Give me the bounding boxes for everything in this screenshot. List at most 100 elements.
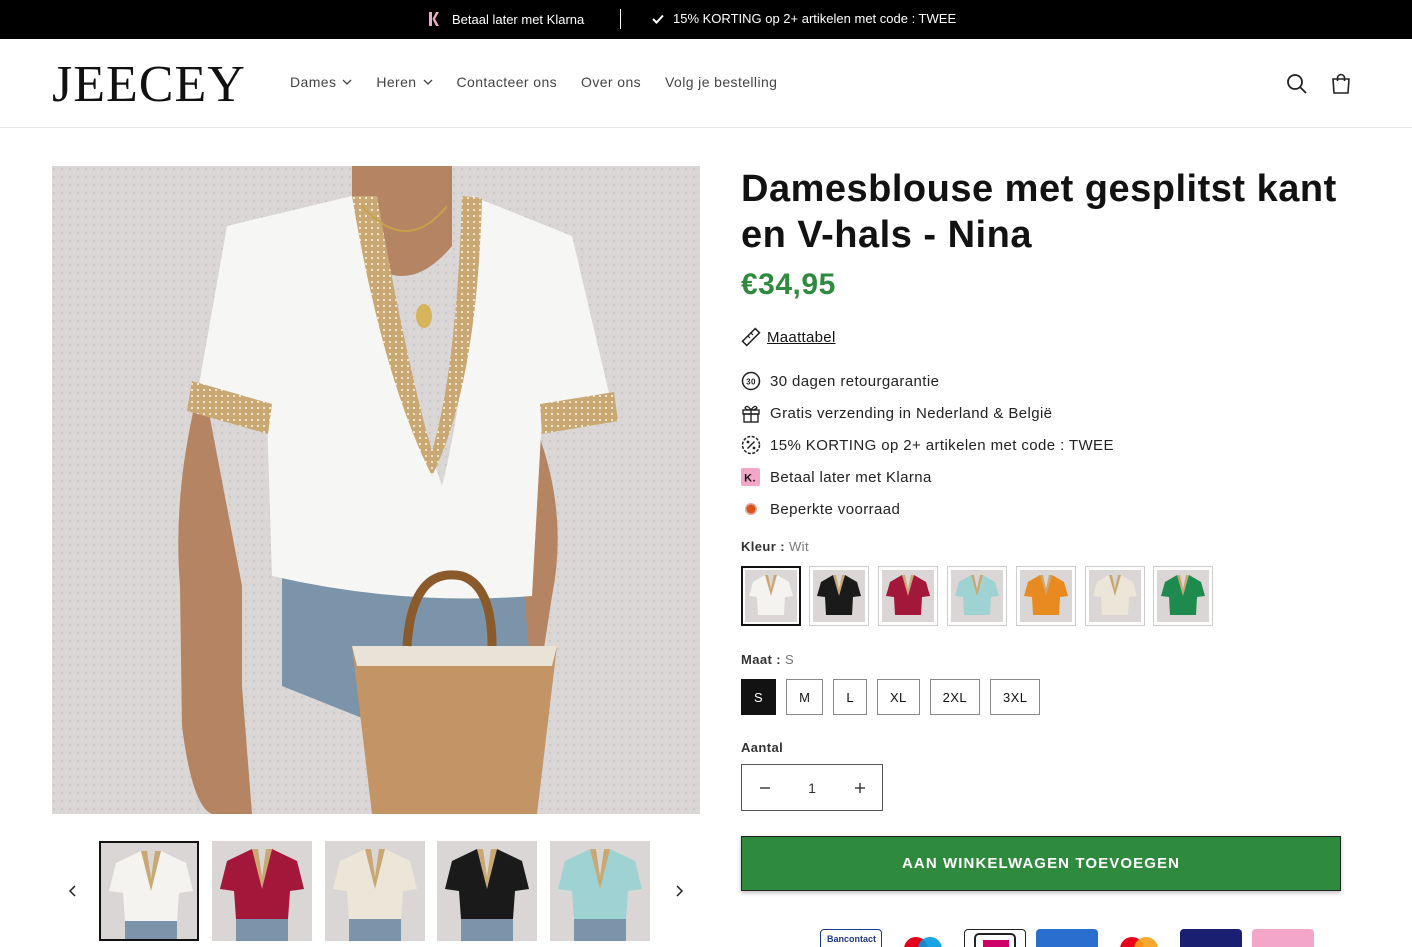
swatch-image	[951, 570, 1003, 622]
stock-dot-icon	[741, 499, 761, 519]
feature-text: Betaal later met Klarna	[770, 468, 932, 486]
quantity-increase-button[interactable]	[837, 765, 882, 810]
size-chart-label: Maattabel	[767, 328, 836, 346]
swatch-image	[1089, 570, 1141, 622]
size-value: S	[784, 652, 795, 667]
announcement-divider	[620, 9, 621, 29]
nav-item-label: Heren	[376, 74, 417, 90]
payment-methods: Bancontact	[820, 929, 1314, 947]
add-to-cart-button[interactable]: AAN WINKELWAGEN TOEVOEGEN	[741, 836, 1341, 891]
feature-text: Gratis verzending in Nederland & België	[770, 404, 1053, 422]
amex-icon	[1036, 929, 1098, 947]
thumbnail-white[interactable]	[99, 841, 199, 941]
announcement-klarna: Betaal later met Klarna	[427, 11, 584, 27]
color-label: Kleur : Wit	[741, 539, 809, 554]
product-features: 30 30 dagen retourgarantie Gratis verzen…	[741, 365, 1114, 525]
product-title: Damesblouse met gesplitst kant en V-hals…	[741, 168, 1337, 256]
svg-text:K.: K.	[744, 473, 756, 485]
thumbnails-prev-arrow[interactable]	[62, 880, 84, 902]
thumbnail-beige[interactable]	[325, 841, 425, 941]
mastercard-icon	[1108, 929, 1170, 947]
color-swatch-beige[interactable]	[1085, 566, 1145, 626]
site-logo[interactable]: JEECEY	[52, 55, 246, 115]
ideal-icon	[964, 929, 1026, 947]
feature-text: 30 dagen retourgarantie	[770, 372, 940, 390]
color-label-text: Kleur :	[741, 539, 785, 554]
minus-icon	[759, 786, 770, 789]
nav-item-track-order[interactable]: Volg je bestelling	[665, 74, 777, 90]
feature-text: 15% KORTING op 2+ artikelen met code : T…	[770, 436, 1114, 454]
thumbnail-image	[437, 841, 537, 941]
announcement-discount-text: 15% KORTING op 2+ artikelen met code : T…	[673, 11, 957, 26]
thumbnail-image	[550, 841, 650, 941]
chevron-down-icon	[342, 79, 352, 85]
nav-item-about[interactable]: Over ons	[581, 74, 641, 90]
color-swatch-black[interactable]	[809, 566, 869, 626]
quantity-label: Aantal	[741, 740, 784, 755]
thumbnail-black[interactable]	[437, 841, 537, 941]
check-icon	[652, 14, 664, 24]
site-header: JEECEY Dames Heren Contacteer ons Over o…	[0, 39, 1412, 128]
nav-item-contact[interactable]: Contacteer ons	[457, 74, 558, 90]
klarna-pay-icon	[1252, 929, 1314, 947]
thumbnails-next-arrow[interactable]	[668, 880, 690, 902]
nav-item-label: Volg je bestelling	[665, 74, 778, 90]
thumbnail-red[interactable]	[212, 841, 312, 941]
feature-returns: 30 30 dagen retourgarantie	[741, 365, 1114, 397]
quantity-input[interactable]	[792, 779, 832, 796]
thumbnail-lightblue[interactable]	[550, 841, 650, 941]
30-days-icon: 30	[741, 371, 761, 391]
thumbnail-image	[101, 843, 197, 939]
nav-item-heren[interactable]: Heren	[376, 74, 432, 90]
announcement-klarna-text: Betaal later met Klarna	[452, 11, 585, 27]
nav-item-dames[interactable]: Dames	[290, 74, 352, 90]
ruler-icon	[741, 327, 761, 347]
feature-text: Beperkte voorraad	[770, 500, 901, 518]
feature-stock: Beperkte voorraad	[741, 493, 1114, 525]
search-icon[interactable]	[1285, 72, 1309, 96]
size-option-2xl[interactable]: 2XL	[929, 679, 980, 715]
color-swatch-lightblue[interactable]	[947, 566, 1007, 626]
size-option-l[interactable]: L	[833, 679, 867, 715]
thumbnail-image	[212, 841, 312, 941]
nav-item-label: Contacteer ons	[456, 74, 558, 90]
swatch-image	[1157, 570, 1209, 622]
size-option-s[interactable]: S	[741, 679, 777, 715]
size-option-3xl[interactable]: 3XL	[990, 679, 1041, 715]
feature-shipping: Gratis verzending in Nederland & België	[741, 397, 1114, 429]
announcement-bar: Betaal later met Klarna 15% KORTING op 2…	[0, 0, 1412, 39]
size-option-xl[interactable]: XL	[876, 679, 920, 715]
swatch-image	[745, 570, 797, 622]
color-swatch-green[interactable]	[1153, 566, 1213, 626]
size-options: S M L XL 2XL 3XL	[741, 679, 1041, 715]
feature-klarna: K. Betaal later met Klarna	[741, 461, 1114, 493]
gift-icon	[741, 403, 761, 423]
chevron-down-icon	[423, 79, 432, 85]
klarna-logo-icon	[429, 12, 439, 26]
klarna-icon: K.	[741, 467, 761, 487]
quantity-decrease-button[interactable]	[742, 765, 787, 810]
plus-icon	[854, 782, 865, 793]
bancontact-icon: Bancontact	[820, 929, 882, 947]
cart-icon[interactable]	[1329, 72, 1353, 96]
nav-item-label: Dames	[290, 74, 337, 90]
color-value: Wit	[789, 539, 809, 554]
color-swatch-white[interactable]	[741, 566, 801, 626]
swatch-image	[813, 570, 865, 622]
payment-label: Bancontact	[827, 934, 877, 944]
main-nav: Dames Heren Contacteer ons Over ons Volg…	[290, 74, 801, 90]
product-main-image[interactable]	[52, 166, 700, 814]
maestro-icon	[892, 929, 954, 947]
swatch-image	[1020, 570, 1072, 622]
discount-icon	[741, 435, 761, 455]
nav-item-label: Over ons	[581, 74, 642, 90]
visa-icon	[1180, 929, 1242, 947]
size-chart-link[interactable]: Maattabel	[741, 327, 836, 347]
product-price: €34,95	[741, 268, 836, 301]
size-option-m[interactable]: M	[786, 679, 824, 715]
color-swatch-red[interactable]	[878, 566, 938, 626]
product-photo	[52, 166, 700, 814]
color-swatch-orange[interactable]	[1016, 566, 1076, 626]
announcement-discount: 15% KORTING op 2+ artikelen met code : T…	[651, 11, 956, 26]
size-label: Maat : S	[741, 652, 794, 667]
